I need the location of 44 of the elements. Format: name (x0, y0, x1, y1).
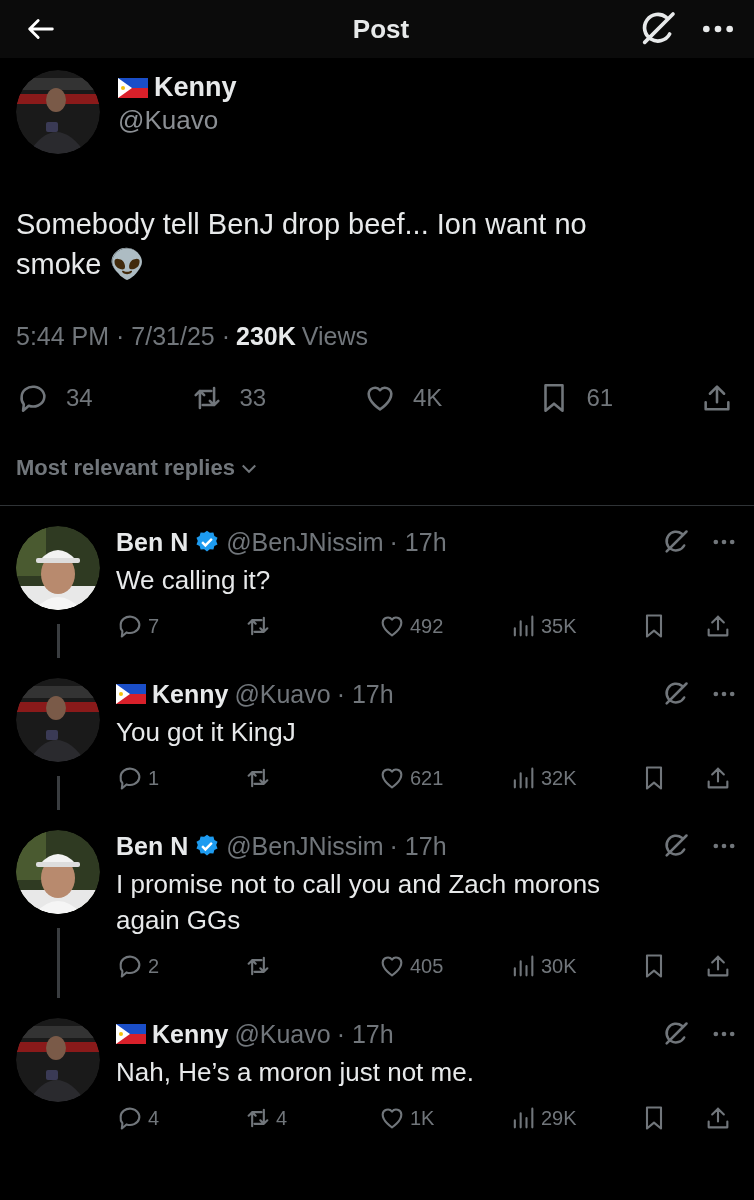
reply-count: 1 (148, 766, 160, 790)
author-name: Ben N (116, 831, 189, 861)
author-handle: @Kuavo (234, 1019, 331, 1049)
author-name: Kenny (152, 1019, 229, 1049)
author-handle: @Kuavo (118, 105, 220, 136)
post-timestamp: 5:44 PM · 7/31/25 · (16, 322, 230, 351)
like-count: 492 (410, 614, 444, 638)
views-label: Views (301, 322, 369, 351)
author-handle: @Kuavo (234, 679, 331, 709)
views-count: 230K (236, 322, 296, 351)
like-count: 1K (410, 1106, 435, 1130)
repost-count: 33 (239, 384, 267, 412)
thread-line (56, 928, 60, 998)
sort-dropdown[interactable]: Most relevant replies (16, 455, 259, 481)
like-count: 4K (413, 384, 443, 412)
reply-text: Nah, He’s a moron just not me. (116, 1056, 475, 1089)
view-count: 29K (541, 1106, 577, 1130)
reply-time: · 17h (389, 527, 447, 557)
reply-text: I promise not to call you and Zach morons again GGs (116, 868, 602, 937)
author-handle: @BenJNissim (226, 831, 384, 861)
reply-count: 7 (148, 614, 160, 638)
like-count: 405 (410, 954, 444, 978)
like-count: 621 (410, 766, 444, 790)
view-count: 30K (541, 954, 577, 978)
reply-count: 34 (66, 384, 93, 412)
reply-text: You got it KingJ (116, 716, 297, 749)
bookmark-count: 61 (586, 384, 614, 412)
page-title: Post (352, 13, 410, 45)
reply-time: · 17h (389, 831, 447, 861)
view-count: 32K (541, 766, 577, 790)
repost-count: 4 (276, 1106, 288, 1130)
reply-text: We calling it? (116, 564, 272, 597)
author-name: Ben N (116, 527, 189, 557)
reply-count: 4 (148, 1106, 160, 1130)
post-text: Somebody tell BenJ drop beef... Ion want no smoke 👽 (16, 207, 588, 282)
view-count: 35K (541, 614, 577, 638)
author-name: Kenny (152, 679, 229, 709)
author-handle: @BenJNissim (226, 527, 384, 557)
thread-line (56, 624, 60, 658)
reply-time: · 17h (336, 679, 394, 709)
thread-line (56, 776, 60, 810)
reply-count: 2 (148, 954, 160, 978)
author-name: Kenny (154, 72, 237, 103)
reply-time: · 17h (336, 1019, 394, 1049)
